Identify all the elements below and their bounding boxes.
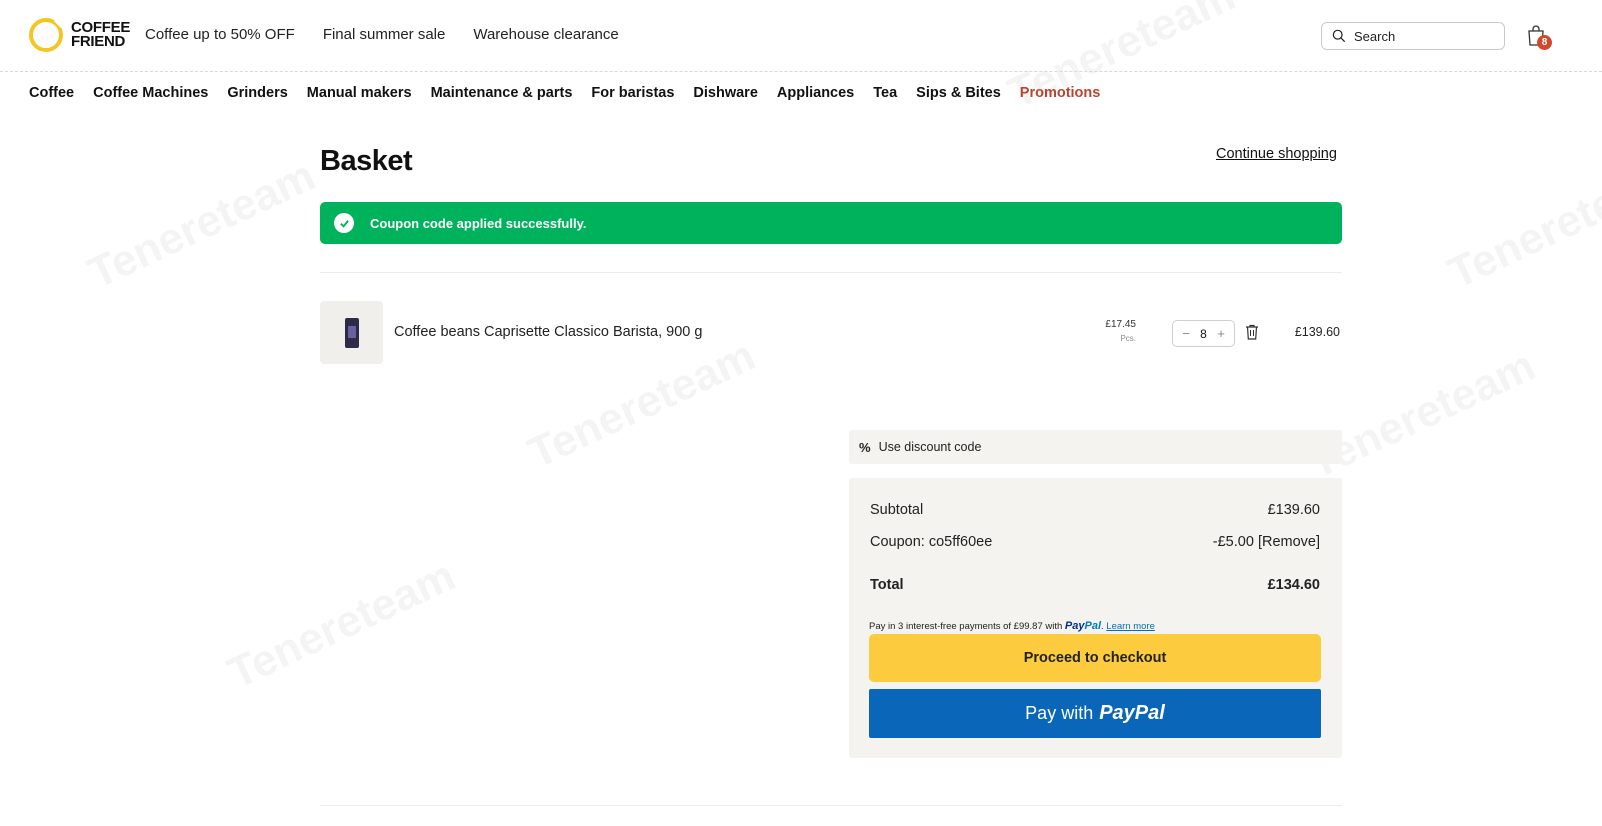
watermark: Tenereteam [521,331,763,479]
quantity-stepper[interactable]: − 8 + [1172,320,1235,347]
percent-icon: % [859,439,871,455]
promo-links: Coffee up to 50% OFF Final summer sale W… [145,26,619,43]
coffee-bag-image [344,317,359,348]
coupon-label: Coupon: co5ff60ee [870,534,993,550]
paypal-logo-pay: Pay [1064,620,1085,632]
nav-item-maintenance-parts[interactable]: Maintenance & parts [431,85,573,101]
divider [320,805,1342,806]
unit-label: Pcs. [1120,334,1136,343]
pay-with-paypal-button[interactable]: Pay with PayPal [869,689,1321,738]
cart-count-badge: 8 [1537,35,1552,50]
nav-item-appliances[interactable]: Appliances [777,85,854,101]
paypal-button-prefix: Pay with [1025,703,1094,723]
search-icon [1332,29,1346,43]
success-alert: Coupon code applied successfully. [320,202,1342,244]
total-label: Total [870,577,904,593]
page-title: Basket [320,145,413,177]
paypal-note-text: Pay in 3 interest-free payments of £99.8… [869,621,1063,632]
logo[interactable]: COFFEE FRIEND [29,18,130,52]
promo-link-summer-sale[interactable]: Final summer sale [323,26,446,43]
learn-more-link[interactable]: Learn more [1106,621,1155,632]
watermark: Tenereteam [81,151,323,299]
product-thumbnail[interactable] [320,301,383,364]
product-name[interactable]: Coffee beans Caprisette Classico Barista… [394,324,702,340]
paypal-logo-pal: Pal [1084,620,1102,632]
coupon-amount: -£5.00 [Remove] [1213,534,1320,550]
promo-link-coffee-sale[interactable]: Coffee up to 50% OFF [145,26,295,43]
unit-price: £17.45 [1105,319,1136,330]
coupon-value: -£5.00 [1212,534,1254,550]
cart-button[interactable]: 8 [1526,24,1552,50]
continue-shopping-link[interactable]: Continue shopping [1216,146,1337,162]
coupon-row: Coupon: co5ff60ee -£5.00 [Remove] [870,534,1320,550]
subtotal-row: Subtotal £139.60 [870,502,1320,518]
logo-line-2: FRIEND [71,33,126,50]
line-total: £139.60 [1294,325,1340,339]
nav-item-tea[interactable]: Tea [873,85,897,101]
quantity-value[interactable]: 8 [1200,327,1207,341]
minus-icon[interactable]: − [1181,326,1191,341]
category-nav: Coffee Coffee Machines Grinders Manual m… [29,85,1100,101]
total-value: £134.60 [1267,577,1320,593]
nav-item-for-baristas[interactable]: For baristas [591,85,674,101]
discount-label: Use discount code [878,440,982,454]
divider [320,272,1342,273]
nav-item-grinders[interactable]: Grinders [227,85,287,101]
watermark: Tenereteam [221,551,463,699]
paypal-installments-note: Pay in 3 interest-free payments of £99.8… [869,620,1155,632]
trash-icon[interactable] [1245,324,1259,340]
proceed-to-checkout-button[interactable]: Proceed to checkout [869,634,1321,682]
search-input[interactable] [1354,28,1494,44]
nav-item-promotions[interactable]: Promotions [1020,85,1101,101]
subtotal-label: Subtotal [870,502,924,518]
alert-message: Coupon code applied successfully. [370,215,587,231]
total-row: Total £134.60 [870,577,1320,593]
subtotal-value: £139.60 [1267,502,1320,518]
paypal-logo: PayPal [1065,620,1101,632]
promo-link-warehouse-clearance[interactable]: Warehouse clearance [473,26,618,43]
nav-item-coffee[interactable]: Coffee [29,85,74,101]
search-box[interactable] [1321,22,1505,50]
watermark: Tenereteam [1441,151,1602,299]
logo-text: COFFEE FRIEND [71,20,130,50]
nav-item-manual-makers[interactable]: Manual makers [307,85,412,101]
check-circle-icon [334,213,354,233]
nav-item-coffee-machines[interactable]: Coffee Machines [93,85,208,101]
order-summary: Subtotal £139.60 Coupon: co5ff60ee -£5.0… [849,478,1342,758]
site-header: COFFEE FRIEND Coffee up to 50% OFF Final… [0,0,1602,72]
discount-code-toggle[interactable]: % Use discount code [849,430,1342,464]
nav-item-dishware[interactable]: Dishware [693,85,757,101]
watermark: Tenereteam [1301,341,1543,489]
plus-icon[interactable]: + [1216,326,1226,341]
nav-item-sips-bites[interactable]: Sips & Bites [916,85,1001,101]
logo-icon [29,18,63,52]
paypal-button-logo: PayPal [1099,702,1165,724]
remove-coupon-link[interactable]: [Remove] [1258,534,1320,550]
